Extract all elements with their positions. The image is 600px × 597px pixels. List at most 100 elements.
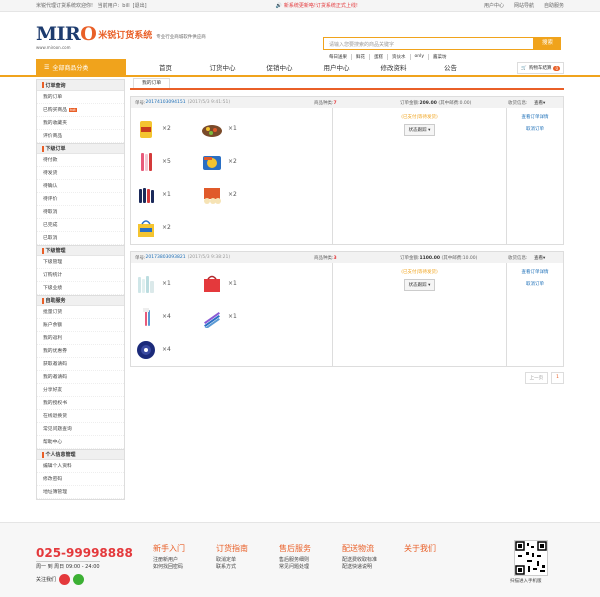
nav-item-user-center[interactable]: 用户中心 bbox=[308, 59, 365, 75]
sidebar-item[interactable]: 已取消 bbox=[37, 232, 124, 245]
sidebar-item[interactable]: 帮助中心 bbox=[37, 436, 124, 449]
sidebar-item[interactable]: 分享好友 bbox=[37, 384, 124, 397]
cancel-order-link[interactable]: 取消订单 bbox=[526, 281, 544, 287]
sidebar-item[interactable]: 订购统计 bbox=[37, 269, 124, 282]
track-status-button[interactable]: 状态跟踪 ▾ bbox=[403, 124, 436, 136]
wechat-icon[interactable] bbox=[73, 574, 85, 585]
nav-item-promotions[interactable]: 促销中心 bbox=[251, 59, 308, 75]
footer-link[interactable]: 取消定单 bbox=[216, 557, 248, 564]
cart-button[interactable]: 🛒 购物车结算 0 bbox=[517, 62, 564, 74]
order-good[interactable]: ×1 bbox=[135, 267, 201, 300]
sidebar-item[interactable]: 待确认 bbox=[37, 180, 124, 193]
main-area: 订单查询 我的订单 已购买商品 hot 我的收藏夹 评价商品 下级订单 待付款 待发货 待确认 待评… bbox=[0, 78, 600, 500]
red-bag-icon[interactable] bbox=[201, 273, 223, 295]
track-status-button[interactable]: 状态跟踪 ▾ bbox=[403, 279, 436, 291]
view-order-detail-link[interactable]: 查看订单详情 bbox=[522, 269, 549, 275]
cancel-order-link[interactable]: 取消订单 bbox=[526, 126, 544, 132]
user-name[interactable]: bill bbox=[122, 3, 129, 9]
sidebar-item[interactable]: 我的优惠券 bbox=[37, 345, 124, 358]
nav-item-announcements[interactable]: 公告 bbox=[422, 59, 479, 75]
sidebar-item[interactable]: 我的订单 bbox=[37, 91, 124, 104]
footer-link[interactable]: 配送快递说明 bbox=[342, 564, 377, 571]
nav-item-edit-profile[interactable]: 修改资料 bbox=[365, 59, 422, 75]
sidebar-item[interactable]: 待评价 bbox=[37, 193, 124, 206]
logo[interactable]: MIRO 米锐订货系统 专业行业商城软件供应商 www.miroon.com bbox=[36, 23, 206, 51]
footer-link[interactable]: 售后服务细则 bbox=[279, 557, 311, 564]
page-number[interactable]: 1 bbox=[551, 372, 564, 384]
receipt-view-dropdown[interactable]: 查看▾ bbox=[534, 100, 545, 106]
sidebar-item[interactable]: 地址簿管理 bbox=[37, 486, 124, 499]
weibo-icon[interactable] bbox=[59, 574, 71, 585]
nav-item-order-center[interactable]: 订货中心 bbox=[194, 59, 251, 75]
noodles-icon[interactable] bbox=[201, 151, 223, 173]
order-good[interactable]: ×2 bbox=[201, 145, 267, 178]
order-number[interactable]: 20174103094151 bbox=[146, 100, 186, 105]
order-good[interactable]: ×5 bbox=[135, 145, 201, 178]
sidebar-item[interactable]: 常见问题查询 bbox=[37, 423, 124, 436]
sidebar-item[interactable]: 评价商品 bbox=[37, 130, 124, 143]
snack-box-icon[interactable] bbox=[201, 118, 223, 140]
nav-item-home[interactable]: 首页 bbox=[137, 59, 194, 75]
order-good[interactable]: ×1 bbox=[201, 300, 267, 333]
top-link-self-service[interactable]: 自助服务 bbox=[544, 2, 564, 9]
all-categories-button[interactable]: ☰ 全部商品分类 bbox=[36, 59, 126, 75]
bottles-icon[interactable] bbox=[135, 151, 157, 173]
footer-link[interactable]: 如何找回密码 bbox=[153, 564, 185, 571]
order-good[interactable]: ×4 bbox=[135, 333, 201, 366]
sidebar-item[interactable]: 待发货 bbox=[37, 167, 124, 180]
chips-icon[interactable] bbox=[135, 118, 157, 140]
biscuit-box-icon[interactable] bbox=[201, 184, 223, 206]
order-good[interactable]: ×1 bbox=[135, 178, 201, 211]
footer-link[interactable]: 联系方式 bbox=[216, 564, 248, 571]
pens-icon[interactable] bbox=[201, 306, 223, 330]
skincare-icon[interactable] bbox=[135, 273, 157, 295]
plate-icon[interactable] bbox=[135, 339, 157, 361]
notice[interactable]: 🔊 新系统更新咯!订货系统正式上线! bbox=[276, 2, 358, 10]
sidebar-item[interactable]: 我的授权书 bbox=[37, 397, 124, 410]
order-good[interactable]: ×2 bbox=[135, 211, 201, 244]
sidebar-item[interactable]: 我的返利 bbox=[37, 332, 124, 345]
order-number[interactable]: 20173803093821 bbox=[146, 255, 186, 260]
search-button[interactable]: 搜索 bbox=[534, 37, 561, 50]
receipt-view-dropdown[interactable]: 查看▾ bbox=[534, 255, 545, 261]
sidebar-item[interactable]: 我的邀请码 bbox=[37, 371, 124, 384]
footer-link[interactable]: 注册新用户 bbox=[153, 557, 185, 564]
view-order-detail-link[interactable]: 查看订单详情 bbox=[522, 114, 549, 120]
top-link-site-nav[interactable]: 网站导航 bbox=[514, 2, 534, 9]
sidebar-group-title: 下级管理 bbox=[37, 245, 124, 256]
sidebar-item[interactable]: 下级业绩 bbox=[37, 282, 124, 295]
footer-link[interactable]: 配送费收取标准 bbox=[342, 557, 377, 564]
sidebar-item[interactable]: 待付款 bbox=[37, 154, 124, 167]
order-good[interactable]: ×2 bbox=[135, 112, 201, 145]
toothbrush-icon[interactable] bbox=[135, 306, 157, 328]
sidebar-item[interactable]: 我的收藏夹 bbox=[37, 117, 124, 130]
sidebar-item[interactable]: 修改密码 bbox=[37, 473, 124, 486]
gift-bag-icon[interactable] bbox=[135, 217, 157, 239]
sidebar-item[interactable]: 下级管理 bbox=[37, 256, 124, 269]
sidebar-item[interactable]: 待取消 bbox=[37, 206, 124, 219]
tab-bar: 我的订单 bbox=[130, 78, 564, 90]
order-status: (已支付|等待发货) 状态跟踪 ▾ bbox=[333, 108, 507, 244]
logo-brand: MIRO bbox=[36, 23, 97, 45]
sidebar-item[interactable]: 账户余额 bbox=[37, 319, 124, 332]
sidebar-item[interactable]: 获取邀请码 bbox=[37, 358, 124, 371]
sidebar-item[interactable]: 在线退换货 bbox=[37, 410, 124, 423]
qr-caption: 扫描进入手机版 bbox=[510, 579, 542, 584]
sidebar-item[interactable]: 编辑个人资料 bbox=[37, 460, 124, 473]
cola-icon[interactable] bbox=[135, 184, 157, 206]
sidebar-item[interactable]: 批量订货 bbox=[37, 306, 124, 319]
logout-link[interactable]: [退出] bbox=[133, 3, 147, 9]
order-good[interactable]: ×4 bbox=[135, 300, 201, 333]
search-input[interactable]: 请输入您要搜索的商品关键字 bbox=[323, 37, 534, 50]
order-good[interactable]: ×1 bbox=[201, 112, 267, 145]
top-link-user-center[interactable]: 用户中心 bbox=[484, 2, 504, 9]
footer-link[interactable]: 常见问题处理 bbox=[279, 564, 311, 571]
order-good[interactable]: ×1 bbox=[201, 267, 267, 300]
sidebar-item[interactable]: 已完成 bbox=[37, 219, 124, 232]
notice-text[interactable]: 新系统更新咯!订货系统正式上线! bbox=[284, 2, 358, 9]
tab-my-orders[interactable]: 我的订单 bbox=[133, 78, 171, 88]
sidebar-item[interactable]: 已购买商品 hot bbox=[37, 104, 124, 117]
prev-page-button[interactable]: 上一页 bbox=[524, 372, 549, 384]
hot-badge: hot bbox=[69, 108, 77, 112]
order-good[interactable]: ×2 bbox=[201, 178, 267, 211]
